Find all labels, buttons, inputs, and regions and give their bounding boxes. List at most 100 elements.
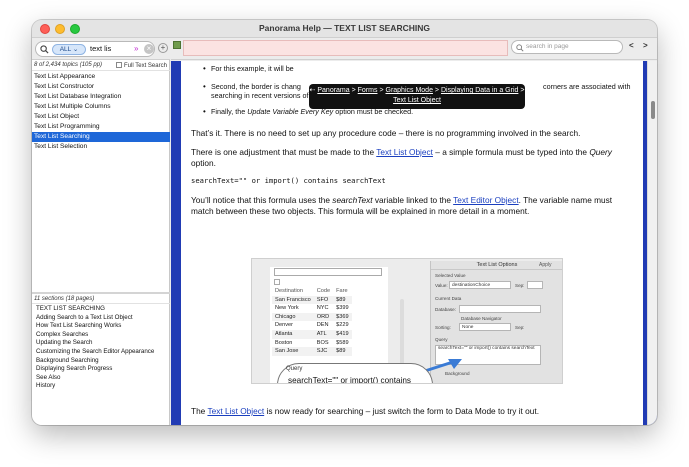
search-icon xyxy=(516,44,524,52)
topic-item[interactable]: Text List Multiple Columns xyxy=(32,102,170,112)
inspector-label: Database Navigator xyxy=(461,316,502,321)
search-icon xyxy=(40,45,49,54)
topic-item[interactable]: Text List Appearance xyxy=(32,72,170,82)
breadcrumb-link[interactable]: Panorama xyxy=(317,87,349,94)
paragraph-emphasis: Query xyxy=(589,147,612,157)
figure-cell: BOS xyxy=(316,339,329,346)
topic-search-input[interactable]: text lis xyxy=(90,44,111,53)
section-item[interactable]: Updating the Search xyxy=(32,339,170,348)
section-count-text: 11 sections xyxy=(34,296,64,302)
query-callout-bubble: Query searchText="" or import() contains… xyxy=(277,363,433,383)
callout-text: searchText="" or import() contains searc… xyxy=(288,376,411,383)
topic-search-field[interactable]: ALL ⌄ text lis » × xyxy=(35,41,155,57)
figure-table-header: Destination Code Fare xyxy=(272,287,352,296)
breadcrumb-link[interactable]: Graphics Mode xyxy=(386,87,433,94)
text-list-object-link[interactable]: Text List Object xyxy=(376,147,433,157)
full-text-search-checkbox[interactable]: Full Text Search xyxy=(116,62,167,69)
figure-cell: $229 xyxy=(336,322,349,329)
page-search-placeholder: search in page xyxy=(526,43,569,50)
topic-count: 8 of 2,434 topics (105 pp) xyxy=(34,62,102,68)
breadcrumb-separator: > xyxy=(379,87,384,94)
section-item[interactable]: History xyxy=(32,382,170,391)
scrollbar-thumb[interactable] xyxy=(651,101,655,119)
paragraph-text: The xyxy=(191,406,208,416)
text-editor-object-link[interactable]: Text Editor Object xyxy=(453,195,518,205)
inspector-sep-field xyxy=(527,281,543,289)
figure-table-row: New York NYC $399 xyxy=(272,304,352,313)
search-scope-popup[interactable]: ALL ⌄ xyxy=(52,44,86,55)
paragraph-text: You’ll notice that this formula uses the xyxy=(191,195,333,205)
inspector-label: Sep: xyxy=(515,283,525,288)
inspector-label: Sep: xyxy=(515,325,525,330)
bullet-item: • For this example, it will be xyxy=(203,64,331,73)
inspector-value-field: destinationChoice xyxy=(449,281,511,289)
content-toolbar: search in page < > xyxy=(171,38,657,60)
search-scope-label: ALL xyxy=(59,46,72,53)
breadcrumb-separator: > xyxy=(434,87,440,94)
paragraph-text: variable linked to the xyxy=(372,195,454,205)
section-item[interactable]: TEXT LIST SEARCHING xyxy=(32,305,170,314)
section-count: 11 sections (18 pages) xyxy=(32,294,170,304)
expand-search-button[interactable]: » xyxy=(134,44,138,54)
topic-item[interactable]: Text List Selection xyxy=(32,142,170,152)
figure-table-row: San Jose SJC $89 xyxy=(272,347,352,356)
content-scrollbar[interactable] xyxy=(647,61,657,425)
figure-cell: Denver xyxy=(275,322,294,329)
topic-item[interactable]: Text List Database Integration xyxy=(32,92,170,102)
breadcrumb-separator: > xyxy=(520,87,525,94)
figure-cell: Chicago xyxy=(272,312,314,322)
inspector-label: Sorting: xyxy=(435,325,451,330)
breadcrumb: ⇠ Panorama > Forms > Graphics Mode > Dis… xyxy=(309,84,525,109)
topic-item[interactable]: Text List Object xyxy=(32,112,170,122)
forward-button[interactable]: > xyxy=(643,41,648,50)
callout-label: Query xyxy=(286,366,303,372)
topic-item[interactable]: Text List Programming xyxy=(32,122,170,132)
paragraph-text: There is one adjustment that must be mad… xyxy=(191,147,377,157)
code-sample: searchText="" or import() contains searc… xyxy=(191,176,386,185)
figure-table: Destination Code Fare San Francisco SFO … xyxy=(272,287,352,356)
bullet-text: For this example, it will be xyxy=(211,64,294,73)
paragraph-text: option. xyxy=(191,157,216,168)
help-window: Panorama Help — TEXT LIST SEARCHING ALL … xyxy=(32,20,657,425)
figure-cell: DEN xyxy=(316,322,329,329)
topic-sidebar: ALL ⌄ text lis » × + 8 of 2,434 topics (… xyxy=(32,38,170,425)
clear-search-button[interactable]: × xyxy=(144,44,154,54)
text-list-object-link[interactable]: Text List Object xyxy=(207,406,264,416)
section-item[interactable]: Displaying Search Progress xyxy=(32,365,170,374)
help-content-area: • For this example, it will be • Second,… xyxy=(171,61,657,425)
bullet-text: Finally, the xyxy=(211,107,248,116)
section-item[interactable]: How Text List Searching Works xyxy=(32,322,170,331)
breadcrumb-link[interactable]: Displaying Data in a Grid xyxy=(441,87,518,94)
breadcrumb-link[interactable]: Text List Object xyxy=(393,97,441,104)
figure-table-row: Denver DEN $229 xyxy=(272,321,352,330)
section-item[interactable]: Customizing the Search Editor Appearance xyxy=(32,348,170,357)
figure-cell: $369 xyxy=(333,312,352,322)
page-search-field[interactable]: search in page xyxy=(511,40,623,54)
breadcrumb-link[interactable]: Forms xyxy=(358,87,378,94)
full-text-search-label: Full Text Search xyxy=(124,63,167,69)
topic-list: Text List Appearance Text List Construct… xyxy=(32,72,170,152)
topic-count-row: 8 of 2,434 topics (105 pp) Full Text Sea… xyxy=(32,61,170,71)
figure-cell: Atlanta xyxy=(272,329,314,339)
back-arrow-icon[interactable]: ⇠ xyxy=(310,87,316,94)
topic-search-bar: ALL ⌄ text lis » × + xyxy=(32,38,170,60)
topic-item[interactable]: Text List Constructor xyxy=(32,82,170,92)
example-figure: Destination Code Fare San Francisco SFO … xyxy=(251,258,563,384)
figure-cell: $89 xyxy=(333,295,352,305)
find-field[interactable] xyxy=(183,40,508,56)
figure-cell: $419 xyxy=(333,329,352,339)
back-button[interactable]: < xyxy=(629,41,634,50)
topic-item-selected[interactable]: Text List Searching xyxy=(32,132,170,142)
section-item[interactable]: Background Searching xyxy=(32,357,170,366)
topic-pages-text: (105 pp) xyxy=(79,62,103,68)
bullet-icon: • xyxy=(203,64,206,73)
section-item[interactable]: Adding Search to a Text List Object xyxy=(32,314,170,323)
add-button[interactable]: + xyxy=(158,43,168,53)
bullet-icon: • xyxy=(203,107,206,116)
figure-cell: $589 xyxy=(336,339,349,346)
inspector-label: Database: xyxy=(435,307,456,312)
section-item[interactable]: See Also xyxy=(32,374,170,383)
figure-cell: San Francisco xyxy=(272,295,314,305)
section-item[interactable]: Complex Searches xyxy=(32,331,170,340)
page-icon[interactable] xyxy=(173,41,181,49)
